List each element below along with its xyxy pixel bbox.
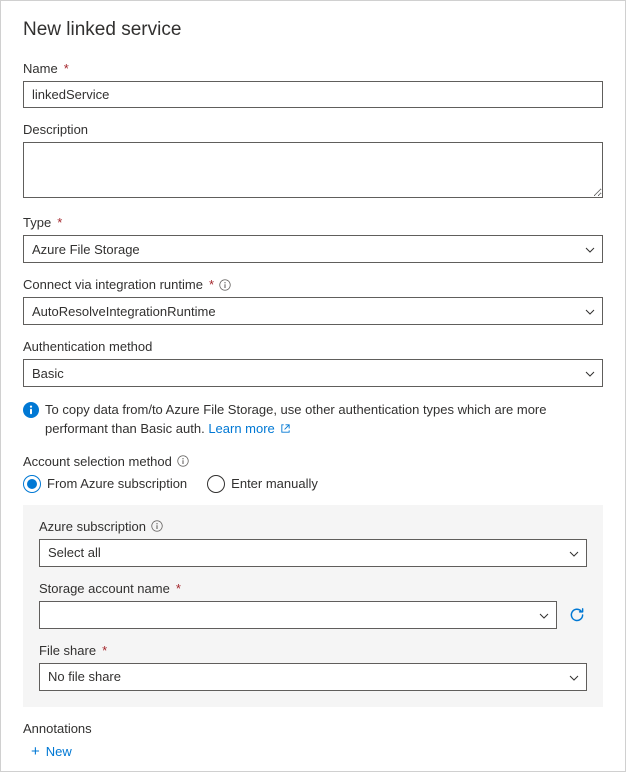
type-label: Type * (23, 215, 603, 230)
type-field-group: Type * Azure File Storage (23, 215, 603, 263)
type-select[interactable]: Azure File Storage (23, 235, 603, 263)
page-title: New linked service (23, 19, 603, 41)
type-label-text: Type (23, 215, 51, 230)
name-label-text: Name (23, 61, 58, 76)
azure-subscription-panel: Azure subscription Select all Storage ac… (23, 505, 603, 707)
runtime-label-text: Connect via integration runtime (23, 277, 203, 292)
chevron-down-icon (584, 368, 594, 378)
required-indicator: * (102, 643, 107, 658)
plus-icon: + (31, 744, 40, 759)
storage-account-row (39, 601, 587, 629)
chevron-down-icon (568, 548, 578, 558)
required-indicator: * (176, 581, 181, 596)
info-banner: To copy data from/to Azure File Storage,… (23, 401, 603, 440)
description-label: Description (23, 122, 603, 137)
runtime-select[interactable]: AutoResolveIntegrationRuntime (23, 297, 603, 325)
auth-label: Authentication method (23, 339, 603, 354)
runtime-value: AutoResolveIntegrationRuntime (32, 304, 216, 319)
chevron-down-icon (568, 672, 578, 682)
runtime-field-group: Connect via integration runtime * AutoRe… (23, 277, 603, 325)
file-share-label: File share * (39, 643, 587, 658)
storage-account-select[interactable] (39, 601, 557, 629)
info-text: To copy data from/to Azure File Storage,… (45, 402, 547, 436)
info-icon[interactable] (150, 519, 164, 533)
file-share-value: No file share (48, 669, 121, 684)
name-label: Name * (23, 61, 603, 76)
radio-from-azure[interactable]: From Azure subscription (23, 475, 187, 493)
radio-manual-label: Enter manually (231, 476, 318, 491)
name-input[interactable] (23, 81, 603, 108)
subscription-label: Azure subscription (39, 519, 587, 534)
storage-account-field-group: Storage account name * (39, 581, 587, 629)
selection-method-label: Account selection method (23, 454, 603, 469)
add-annotation-button[interactable]: + New (31, 744, 72, 759)
description-field-group: Description (23, 122, 603, 201)
radio-enter-manually[interactable]: Enter manually (207, 475, 318, 493)
file-share-field-group: File share * No file share (39, 643, 587, 691)
required-indicator: * (209, 277, 214, 292)
selection-method-radios: From Azure subscription Enter manually (23, 475, 603, 493)
storage-account-label: Storage account name * (39, 581, 587, 596)
new-linked-service-panel: New linked service Name * Description Ty… (0, 0, 626, 772)
info-icon (23, 402, 39, 418)
name-field-group: Name * (23, 61, 603, 108)
info-icon[interactable] (176, 454, 190, 468)
subscription-select[interactable]: Select all (39, 539, 587, 567)
annotations-label: Annotations (23, 721, 603, 736)
auth-field-group: Authentication method Basic (23, 339, 603, 387)
info-icon[interactable] (218, 278, 232, 292)
subscription-field-group: Azure subscription Select all (39, 519, 587, 567)
runtime-label: Connect via integration runtime * (23, 277, 603, 292)
selection-method-text: Account selection method (23, 454, 172, 469)
learn-more-text: Learn more (208, 421, 274, 436)
learn-more-link[interactable]: Learn more (208, 421, 291, 436)
chevron-down-icon (584, 306, 594, 316)
file-share-select[interactable]: No file share (39, 663, 587, 691)
storage-account-label-text: Storage account name (39, 581, 170, 596)
required-indicator: * (64, 61, 69, 76)
type-value: Azure File Storage (32, 242, 140, 257)
radio-icon (23, 475, 41, 493)
chevron-down-icon (538, 610, 548, 620)
add-annotation-text: New (46, 744, 72, 759)
file-share-label-text: File share (39, 643, 96, 658)
external-link-icon (280, 421, 291, 440)
annotations-section: Annotations + New (23, 721, 603, 759)
chevron-down-icon (584, 244, 594, 254)
refresh-button[interactable] (567, 605, 587, 625)
subscription-label-text: Azure subscription (39, 519, 146, 534)
required-indicator: * (57, 215, 62, 230)
radio-from-label: From Azure subscription (47, 476, 187, 491)
auth-select[interactable]: Basic (23, 359, 603, 387)
description-input[interactable] (23, 142, 603, 198)
radio-icon (207, 475, 225, 493)
subscription-value: Select all (48, 545, 101, 560)
auth-value: Basic (32, 366, 64, 381)
info-text-wrap: To copy data from/to Azure File Storage,… (45, 401, 603, 440)
